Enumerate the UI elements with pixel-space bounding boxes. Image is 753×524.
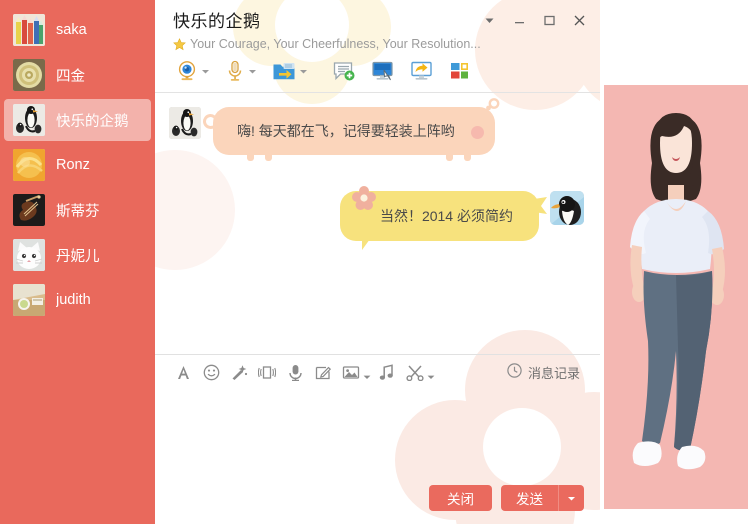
menu-dropdown-icon[interactable]: [476, 10, 502, 30]
outgoing-bubble-wrap: 当然！2014 必须简约: [339, 186, 547, 250]
flower-decoration-icon: [351, 185, 377, 211]
sidebar-item-label: 四金: [56, 68, 85, 85]
screen-share-button[interactable]: [407, 58, 437, 84]
action-toolbar: [173, 58, 586, 84]
app-panel-button[interactable]: [446, 58, 474, 84]
send-options-caret-icon[interactable]: [558, 485, 584, 511]
pig-leg-decoration: [445, 153, 453, 161]
screenshot-button[interactable]: [401, 358, 429, 386]
chevron-down-icon[interactable]: [201, 67, 210, 76]
emoji-button[interactable]: [197, 358, 225, 386]
contact-sidebar: saka 四金 快乐的企鹅 Ronz 斯蒂芬 丹妮儿 judith: [0, 0, 155, 524]
message-text: 嗨! 每天都在飞，记得要轻装上阵哟: [237, 123, 455, 139]
message-row: 当然！2014 必须简约: [169, 186, 584, 250]
maximize-icon[interactable]: [536, 10, 562, 30]
video-call-button[interactable]: [173, 58, 213, 84]
chat-window: saka 四金 快乐的企鹅 Ronz 斯蒂芬 丹妮儿 judith 快乐的企鹅 …: [0, 0, 753, 524]
shake-window-button[interactable]: [253, 358, 281, 386]
create-discussion-button[interactable]: [329, 58, 359, 84]
magic-wand-button[interactable]: [225, 358, 253, 386]
orange-swirl-avatar: [13, 149, 45, 181]
sidebar-item-label: saka: [56, 22, 87, 38]
conversation-header: 快乐的企鹅 Your Courage, Your Cheerfulness, Y…: [155, 0, 600, 92]
remote-desktop-button[interactable]: [368, 58, 398, 84]
sidebar-item-saka[interactable]: saka: [4, 9, 151, 51]
pig-leg-decoration: [463, 153, 471, 161]
action-footer: 关闭 发送: [155, 480, 600, 524]
sidebar-item-label: 斯蒂芬: [56, 203, 100, 220]
handwrite-button[interactable]: [309, 358, 337, 386]
sidebar-item-label: judith: [56, 292, 91, 308]
message-text: 当然！2014 必须简约: [379, 208, 513, 224]
send-music-button[interactable]: [373, 358, 401, 386]
voice-call-button[interactable]: [222, 58, 260, 84]
conversation-pane: 快乐的企鹅 Your Courage, Your Cheerfulness, Y…: [155, 0, 600, 524]
message-list[interactable]: 嗨! 每天都在飞，记得要轻装上阵哟 当然！2014 必须简约: [155, 92, 600, 354]
signature-text: Your Courage, Your Cheerfulness, Your Re…: [190, 37, 481, 51]
standing-woman-illustration: [604, 85, 748, 509]
message-bubble-outgoing: 当然！2014 必须简约: [339, 186, 547, 250]
voice-message-button[interactable]: [281, 358, 309, 386]
tea-table-avatar: [13, 284, 45, 316]
sidebar-item-judith[interactable]: judith: [4, 279, 151, 321]
violin-avatar: [13, 194, 45, 226]
send-button-group: 发送: [501, 485, 584, 511]
pig-tail-decoration: [485, 98, 501, 114]
sidebar-item-sijin[interactable]: 四金: [4, 54, 151, 96]
sidebar-item-danni[interactable]: 丹妮儿: [4, 234, 151, 276]
penguin-standing-avatar[interactable]: [169, 107, 201, 139]
star-icon: [173, 37, 186, 51]
chevron-down-icon[interactable]: [363, 368, 371, 379]
message-input[interactable]: [155, 390, 600, 481]
compose-toolbar: 消息记录: [155, 353, 600, 390]
pencils-avatar: [13, 14, 45, 46]
send-button[interactable]: 发送: [501, 485, 558, 511]
penguin-avatar: [13, 104, 45, 136]
send-image-button[interactable]: [337, 358, 365, 386]
sidebar-item-label: 快乐的企鹅: [56, 113, 129, 130]
minimize-icon[interactable]: [506, 10, 532, 30]
message-history-button[interactable]: 消息记录: [507, 363, 586, 382]
penguin-head-avatar[interactable]: [550, 191, 584, 225]
white-cat-avatar: [13, 239, 45, 271]
close-icon[interactable]: [566, 10, 592, 30]
theme-illustration-panel: [600, 0, 753, 524]
sidebar-item-stefen[interactable]: 斯蒂芬: [4, 189, 151, 231]
swirl-bowl-avatar: [13, 59, 45, 91]
chevron-down-icon[interactable]: [299, 67, 308, 76]
pig-leg-decoration: [265, 153, 272, 161]
message-bubble-incoming: 嗨! 每天都在飞，记得要轻装上阵哟: [201, 98, 500, 161]
bird-tail-decoration: [534, 197, 548, 215]
chevron-down-icon[interactable]: [427, 368, 435, 379]
signature-row: Your Courage, Your Cheerfulness, Your Re…: [173, 37, 586, 51]
close-button[interactable]: 关闭: [429, 485, 492, 511]
clock-icon: [507, 363, 522, 381]
sidebar-item-happy-penguin[interactable]: 快乐的企鹅: [4, 99, 151, 141]
pig-leg-decoration: [247, 153, 254, 161]
chevron-down-icon[interactable]: [248, 67, 257, 76]
sidebar-item-ronz[interactable]: Ronz: [4, 144, 151, 186]
incoming-bubble-wrap: 嗨! 每天都在飞，记得要轻装上阵哟: [201, 98, 500, 161]
sidebar-item-label: 丹妮儿: [56, 248, 100, 265]
window-controls: [476, 10, 592, 30]
font-style-button[interactable]: [169, 358, 197, 386]
file-transfer-button[interactable]: [269, 58, 311, 84]
message-row: 嗨! 每天都在飞，记得要轻装上阵哟: [169, 98, 584, 161]
pig-ear-decoration: [201, 112, 220, 131]
message-history-label: 消息记录: [527, 365, 580, 381]
sidebar-item-label: Ronz: [56, 157, 90, 173]
pig-snout-decoration: [470, 126, 484, 139]
